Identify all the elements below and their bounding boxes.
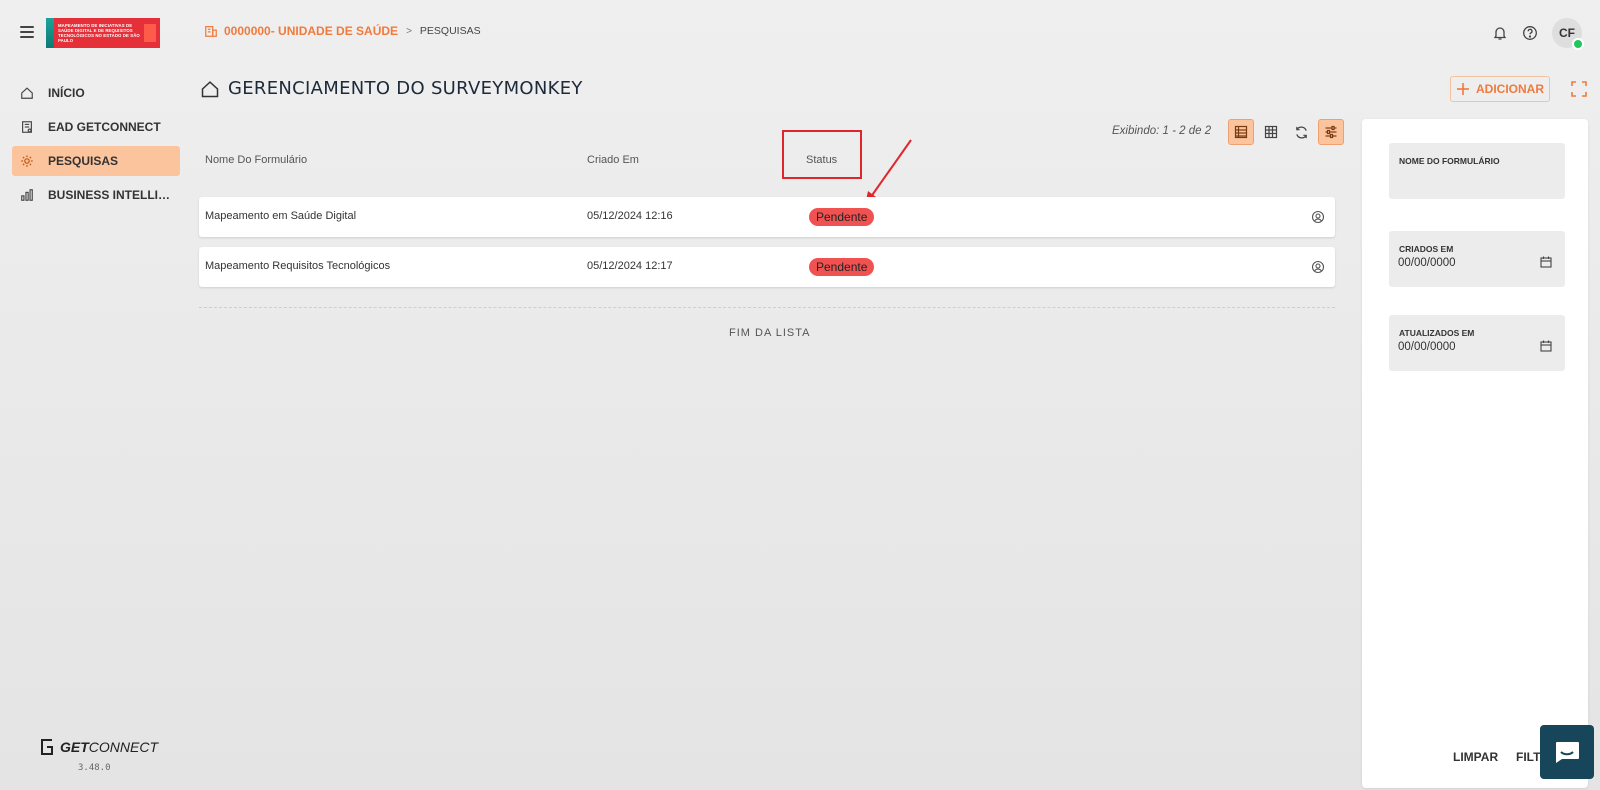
sliders-icon <box>1325 125 1337 139</box>
chat-widget-button[interactable] <box>1540 725 1594 779</box>
page-title-text: GERENCIAMENTO DO SURVEYMONKEY <box>228 78 583 99</box>
home-icon[interactable] <box>200 79 220 99</box>
online-status-dot <box>1572 38 1584 50</box>
logo-square <box>144 24 156 42</box>
sidebar-item-label: EAD GETCONNECT <box>48 120 161 134</box>
logo-text: MAPEAMENTO DE INICIATIVAS DE SAÚDE DIGIT… <box>58 23 140 43</box>
user-avatar[interactable]: CF <box>1552 18 1584 50</box>
app-version: 3.48.0 <box>78 763 111 773</box>
refresh-icon <box>1295 125 1307 139</box>
sidebar-item-label: PESQUISAS <box>48 154 119 168</box>
hamburger-line <box>20 36 34 38</box>
sidebar-item-pesquisas[interactable]: PESQUISAS <box>12 146 180 176</box>
filter-updated-label: ATUALIZADOS EM <box>1399 328 1475 338</box>
cell-name: Mapeamento em Saúde Digital <box>205 210 357 222</box>
sidebar-item-ead-getconnect[interactable]: EAD GETCONNECT <box>12 112 180 142</box>
add-button[interactable]: ADICIONAR <box>1450 76 1550 102</box>
plus-icon <box>1457 83 1469 95</box>
user-circle-icon[interactable] <box>1311 260 1325 274</box>
brand-name: GETCONNECT <box>60 739 158 755</box>
breadcrumb-home[interactable]: 0000000- UNIDADE DE SAÚDE <box>204 24 398 38</box>
hamburger-line <box>20 31 34 33</box>
home-icon <box>21 87 33 99</box>
cell-name: Mapeamento Requisitos Tecnológicos <box>205 260 391 272</box>
sidebar-item-label: BUSINESS INTELLI… <box>48 188 171 202</box>
chat-icon <box>1556 742 1579 763</box>
user-circle-icon[interactable] <box>1311 210 1325 224</box>
gear-icon <box>21 155 33 167</box>
breadcrumb: 0000000- UNIDADE DE SAÚDE > PESQUISAS <box>204 24 481 38</box>
avatar-initials: CF <box>1559 26 1575 40</box>
calendar-icon[interactable] <box>1539 339 1553 353</box>
building-icon <box>205 26 217 37</box>
filter-name-label: NOME DO FORMULÁRIO <box>1399 156 1500 166</box>
filter-name-field[interactable]: NOME DO FORMULÁRIO <box>1389 143 1565 199</box>
breadcrumb-separator: > <box>406 25 412 37</box>
add-button-label: ADICIONAR <box>1476 82 1544 96</box>
filter-toggle-button[interactable] <box>1318 119 1344 145</box>
end-of-list-text: FIM DA LISTA <box>729 327 811 339</box>
menu-toggle-button[interactable] <box>20 26 34 38</box>
cell-created: 05/12/2024 12:16 <box>587 210 673 222</box>
annotation-highlight-box <box>782 130 862 179</box>
calendar-icon[interactable] <box>1539 255 1553 269</box>
list-view-icon <box>1234 125 1248 139</box>
filter-created-field[interactable]: CRIADOS EM 00/00/0000 <box>1389 231 1565 287</box>
sidebar-item-inicio[interactable]: INÍCIO <box>12 78 180 108</box>
breadcrumb-home-label: 0000000- UNIDADE DE SAÚDE <box>224 24 399 38</box>
filter-created-label: CRIADOS EM <box>1399 244 1454 254</box>
refresh-button[interactable] <box>1288 119 1314 145</box>
list-view-button[interactable] <box>1228 119 1254 145</box>
bell-icon[interactable] <box>1492 25 1508 41</box>
sidebar-item-label: INÍCIO <box>48 86 85 100</box>
filter-updated-value: 00/00/0000 <box>1398 341 1456 353</box>
clear-filters-button[interactable]: LIMPAR <box>1453 750 1498 764</box>
page-title: GERENCIAMENTO DO SURVEYMONKEY <box>200 78 583 99</box>
cell-created: 05/12/2024 12:17 <box>587 260 673 272</box>
brand-name-bold: GET <box>60 739 89 755</box>
getconnect-logo-icon <box>41 739 53 755</box>
status-badge: Pendente <box>809 258 875 276</box>
column-header-name[interactable]: Nome Do Formulário <box>205 154 307 166</box>
column-header-created[interactable]: Criado Em <box>587 154 639 166</box>
sidebar-item-business-intelligence[interactable]: BUSINESS INTELLI… <box>12 180 180 210</box>
hamburger-line <box>20 26 34 28</box>
help-icon[interactable] <box>1522 25 1538 41</box>
grid-view-icon <box>1264 125 1278 139</box>
book-icon <box>22 121 32 133</box>
brand-name-rest: CONNECT <box>88 739 159 755</box>
results-count: Exibindo: 1 - 2 de 2 <box>1112 125 1212 137</box>
app-logo[interactable]: MAPEAMENTO DE INICIATIVAS DE SAÚDE DIGIT… <box>46 18 160 48</box>
table-row[interactable]: Mapeamento em Saúde Digital 05/12/2024 1… <box>199 197 1335 237</box>
list-divider <box>199 307 1335 308</box>
top-actions: CF <box>1492 18 1584 50</box>
logo-accent-bar <box>46 18 54 48</box>
sidebar-nav: INÍCIO EAD GETCONNECT PESQUISAS BUSINESS… <box>12 78 180 214</box>
status-badge: Pendente <box>809 208 875 226</box>
filter-created-value: 00/00/0000 <box>1398 257 1456 269</box>
table-row[interactable]: Mapeamento Requisitos Tecnológicos 05/12… <box>199 247 1335 287</box>
filter-panel: NOME DO FORMULÁRIO CRIADOS EM 00/00/0000… <box>1362 119 1588 788</box>
grid-view-button[interactable] <box>1258 119 1284 145</box>
brand-footer: GETCONNECT <box>38 737 158 757</box>
filter-updated-field[interactable]: ATUALIZADOS EM 00/00/0000 <box>1389 315 1565 371</box>
breadcrumb-current: PESQUISAS <box>419 25 481 37</box>
fullscreen-icon[interactable] <box>1570 80 1588 98</box>
chart-icon <box>21 189 33 201</box>
